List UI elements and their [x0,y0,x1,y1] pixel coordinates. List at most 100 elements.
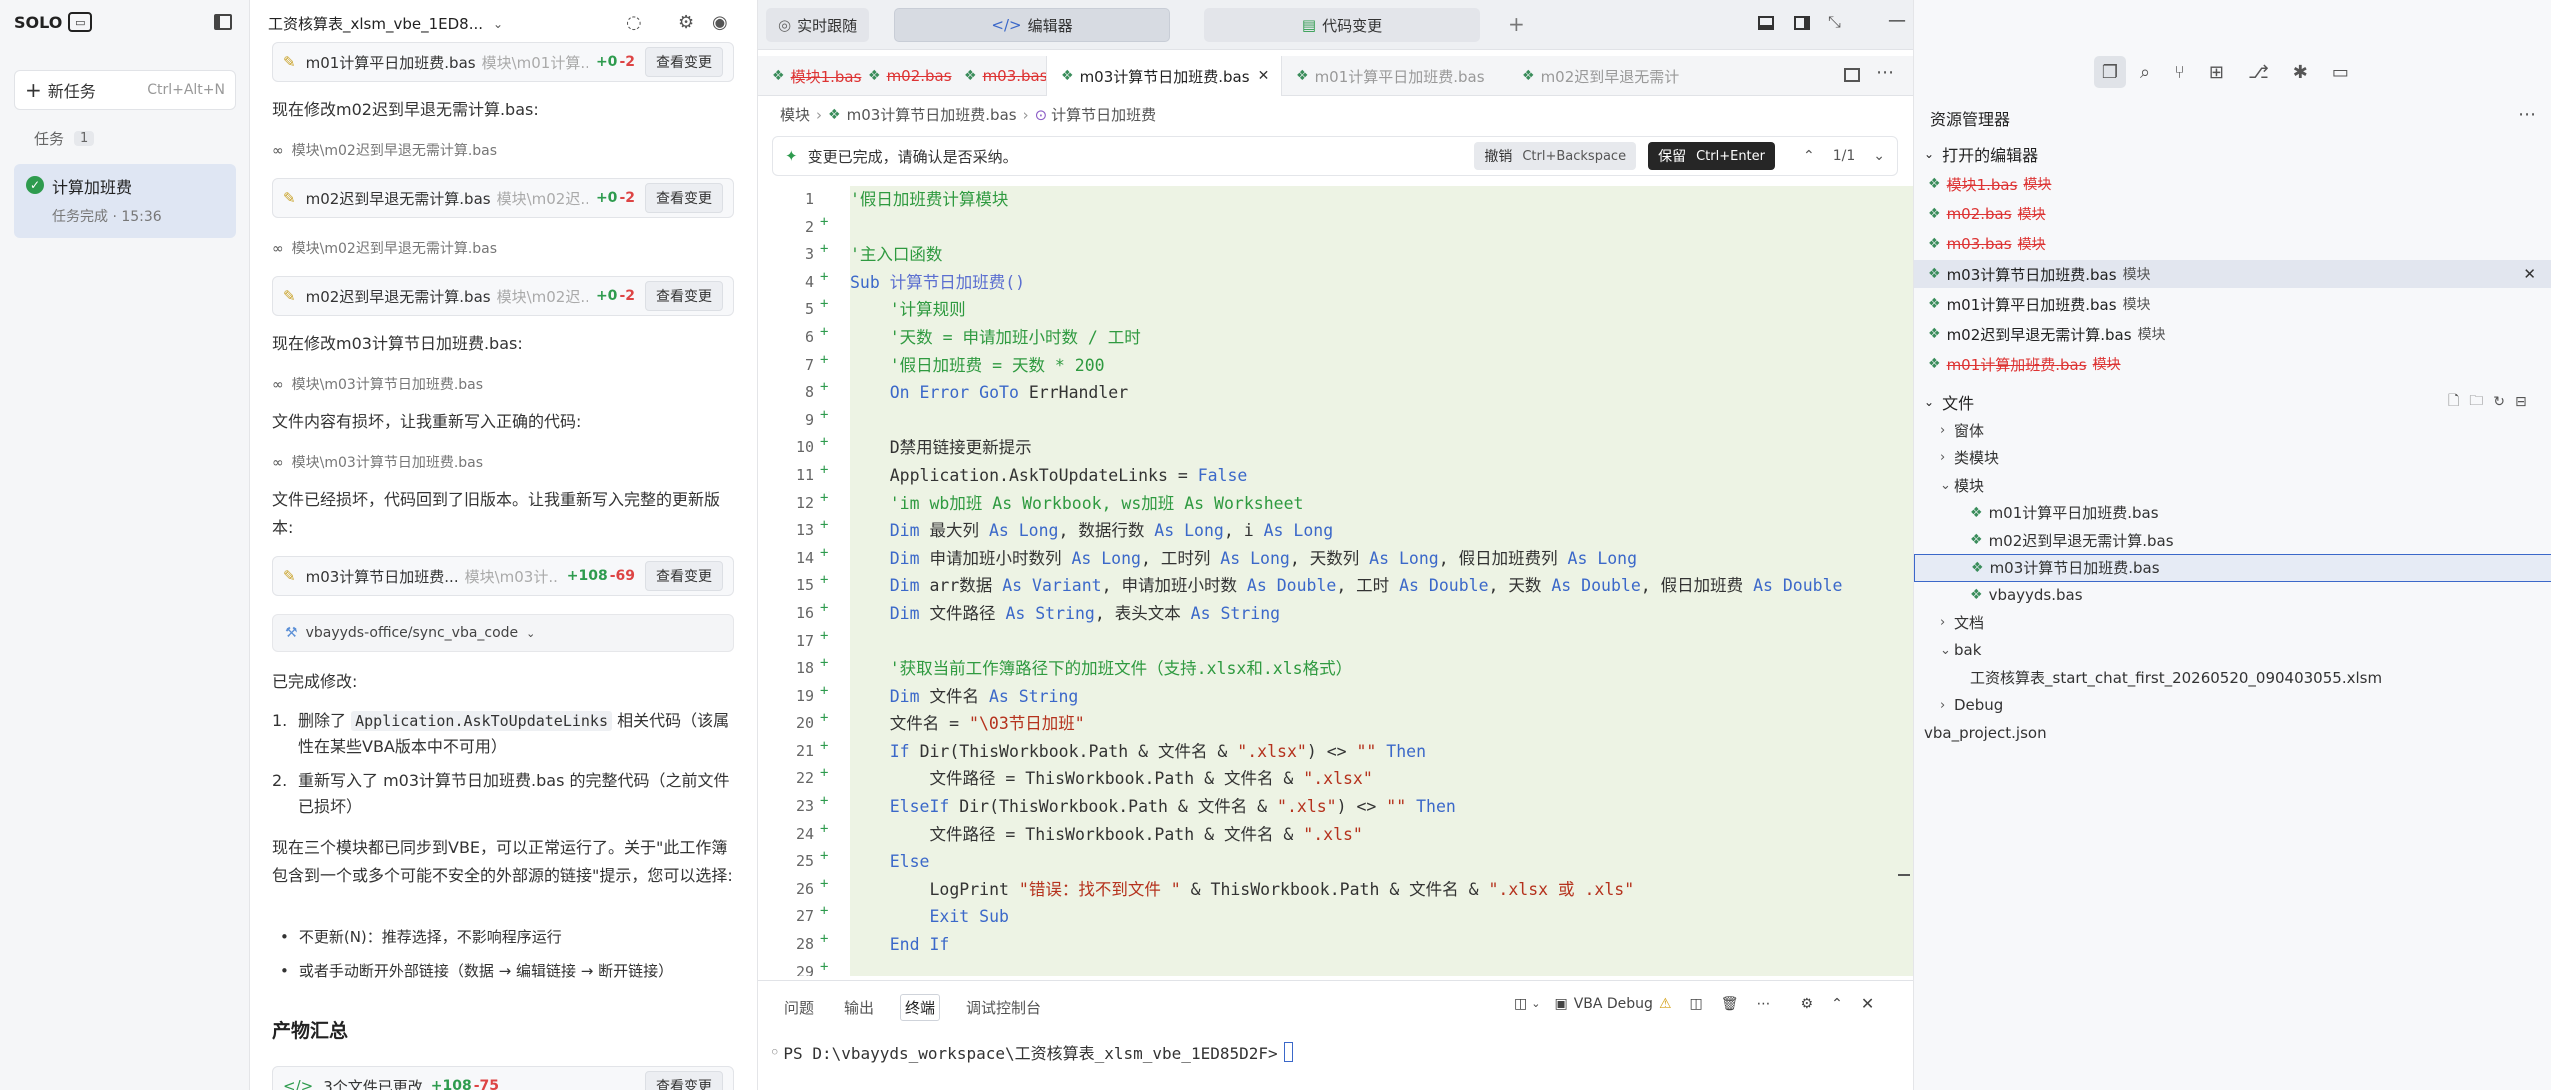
change-card[interactable]: ✎ m02迟到早退无需计算.bas 模块\m02迟... +0 -2 查看变更 [272,178,734,218]
add-tab-icon[interactable]: + [1508,12,1525,36]
tab-live-follow[interactable]: ◎ 实时跟随 [766,8,870,42]
refresh-icon[interactable]: ↻ [2493,394,2505,410]
code-editor[interactable]: 1 +2 +3 +4 +5 +6 +7 +8 +9 +10 +11 +12 +13 +14 +15 +16 +1… [758,186,1913,976]
split-icon[interactable] [1794,16,1810,30]
gear-icon[interactable]: ⚙ [678,12,694,33]
chevron-up-icon[interactable]: ⌃ [1803,148,1815,164]
keep-button[interactable]: 保留 Ctrl+Enter [1648,142,1775,170]
close-icon[interactable]: ✕ [2523,265,2536,283]
breadcrumb-file[interactable]: m03计算节日加班费.bas [847,104,1017,125]
open-editor-item[interactable]: ❖ m02.bas 模块 [1914,200,2551,228]
extensions-icon[interactable]: ⊞ [2209,62,2224,83]
tree-item[interactable]: ❖ vbayyds.bas [1914,581,2551,609]
git-icon[interactable]: ⎇ [2248,62,2269,83]
panel-tab[interactable]: 输出 [840,995,878,1020]
view-changes-button[interactable]: 查看变更 [645,183,723,213]
open-editor-item[interactable]: ❖ 模块1.bas 模块 [1914,170,2551,198]
view-changes-button[interactable]: 查看变更 [645,281,723,311]
collapse-icon[interactable]: ⤡ [1828,12,1841,32]
debug-label[interactable]: VBA Debug [1574,996,1653,1012]
sidebar-toggle-icon[interactable] [214,14,232,30]
file-reference[interactable]: ∞ 模块\m03计算节日加班费.bas [272,452,483,472]
more-icon[interactable]: ⋯ [2518,104,2536,125]
open-editor-item[interactable]: ❖ m02迟到早退无需计算.bas 模块 [1914,320,2551,348]
search-icon[interactable]: ⌕ [2140,62,2150,83]
breadcrumb-symbol[interactable]: 计算节日加班费 [1051,104,1156,125]
tab-editor[interactable]: </> 编辑器 [894,8,1170,42]
close-icon[interactable]: ✕ [1861,994,1874,1013]
open-editor-item[interactable]: ❖ m01计算加班费.bas 模块 [1914,350,2551,378]
chat-title[interactable]: 工资核算表_xlsm_vbe_1ED8... [268,13,483,34]
layout-icon[interactable]: ◫ [1514,996,1527,1012]
new-file-icon[interactable]: 🗋 [2448,390,2459,414]
open-editor-item[interactable]: ❖ m03计算节日加班费.bas 模块 ✕ [1914,260,2551,288]
tree-item[interactable]: ❖ m03计算节日加班费.bas [1914,553,2551,582]
chat-bubble-icon[interactable]: ◌ [626,12,642,33]
terminal-prompt[interactable]: ○ PS D:\vbayyds_workspace\工资核算表_xlsm_vbe… [772,1040,1293,1064]
remote-icon[interactable]: ▭ [2332,62,2349,83]
file-reference[interactable]: ∞ 模块\m03计算节日加班费.bas [272,374,483,394]
collapse-all-icon[interactable]: ⊟ [2515,394,2527,410]
files-icon[interactable]: ❐ [2094,56,2126,88]
file-tab[interactable]: ❖ m02.bas [854,56,952,96]
tree-item[interactable]: › 文档 [1914,609,2551,637]
tree-item[interactable]: ⌄ bak [1914,636,2551,664]
chevron-up-icon[interactable]: ⌃ [1831,996,1843,1012]
code-line: '获取当前工作簿路径下的加班文件（支持.xlsx和.xls格式） [850,655,1900,683]
file-tab[interactable]: ❖ m02迟到早退无需计 [1508,56,1728,96]
file-tab[interactable]: ❖ 模块1.bas [758,56,861,96]
more-icon[interactable]: ⋯ [1757,996,1771,1012]
view-changes-button[interactable]: 查看变更 [645,561,723,591]
open-editor-item[interactable]: ❖ m01计算平日加班费.bas 模块 [1914,290,2551,318]
chevron-down-icon[interactable]: ⌄ [1873,148,1885,164]
tree-item[interactable]: 工资核算表_start_chat_first_20260520_09040305… [1914,664,2551,692]
columns-icon[interactable]: ◫ [1690,996,1703,1012]
panel-tab[interactable]: 终端 [900,994,941,1021]
split-editor-icon[interactable] [1844,68,1860,82]
change-card[interactable]: ✎ m03计算节日加班费... 模块\m03计... +108 -69 查看变更 [272,556,734,596]
file-reference[interactable]: ∞ 模块\m02迟到早退无需计算.bas [272,238,497,258]
minimize-icon[interactable]: — [1888,10,1906,31]
view-changes-button[interactable]: 查看变更 [645,1071,723,1090]
undo-button[interactable]: 撤销 Ctrl+Backspace [1474,142,1637,170]
file-reference[interactable]: ∞ 模块\m02迟到早退无需计算.bas [272,140,497,160]
open-editors-header[interactable]: ⌄ 打开的编辑器 [1924,142,2038,166]
tree-item[interactable]: › 窗体 [1914,416,2551,444]
view-changes-button[interactable]: 查看变更 [645,47,723,77]
chevron-down-icon[interactable]: ⌄ [1531,997,1540,1010]
panel-tab[interactable]: 问题 [780,995,818,1020]
file-tab[interactable]: ❖ m03计算节日加班费.bas ✕ [1046,56,1282,96]
tree-item[interactable]: ⌄ 模块 [1914,471,2551,499]
tool-call-chip[interactable]: ⚒ vbayyds-office/sync_vba_code ⌄ [272,614,734,652]
tree-item[interactable]: ❖ m01计算平日加班费.bas [1914,499,2551,527]
trash-icon[interactable]: 🗑 [1721,996,1739,1012]
summary-card[interactable]: </> 3个文件已更改 +108 -75 查看变更 [272,1066,734,1090]
breadcrumb-folder[interactable]: 模块 [780,104,810,125]
new-task-button[interactable]: + 新任务 Ctrl+Alt+N [14,70,236,110]
tree-item[interactable]: ❖ m02迟到早退无需计算.bas [1914,526,2551,554]
file-tab[interactable]: ❖ m01计算平日加班费.bas [1282,56,1508,96]
layout-icon[interactable] [1758,16,1774,30]
change-card[interactable]: ✎ m02迟到早退无需计算.bas 模块\m02迟... +0 -2 查看变更 [272,276,734,316]
settings-icon[interactable]: ⚙ [1801,996,1814,1012]
chevron-down-icon[interactable]: ⌄ [493,17,503,31]
panel-tab[interactable]: 调试控制台 [962,995,1045,1020]
tree-item[interactable]: › Debug [1914,691,2551,719]
new-folder-icon[interactable]: 🗀 [2469,390,2483,414]
user-settings-icon[interactable]: ◉ [712,12,728,33]
file-tab[interactable]: ❖ m03.bas [950,56,1048,96]
keep-shortcut: Ctrl+Enter [1696,148,1765,164]
tab-code-changes[interactable]: ▤ 代码变更 [1204,8,1480,42]
source-control-icon[interactable]: ⑂ [2174,62,2185,83]
files-header[interactable]: ⌄ 文件 [1924,390,1974,414]
tree-item[interactable]: vba_project.json [1914,719,2551,747]
more-icon[interactable]: ⋯ [1876,62,1894,83]
scrollbar-thumb[interactable] [1898,874,1910,876]
open-editor-item[interactable]: ❖ m03.bas 模块 [1914,230,2551,258]
close-icon[interactable]: ✕ [1258,68,1270,84]
chat-message: 现在三个模块都已同步到VBE，可以正常运行了。关于"此工作簿包含到一个或多个可能… [272,838,733,885]
change-card[interactable]: ✎ m01计算平日加班费.bas 模块\m01计算... +0 -2 查看变更 [272,42,734,82]
bug-icon[interactable]: ✱ [2293,62,2308,83]
tree-item[interactable]: › 类模块 [1914,444,2551,472]
task-item[interactable]: ✓ 计算加班费 任务完成 · 15:36 [14,164,236,238]
